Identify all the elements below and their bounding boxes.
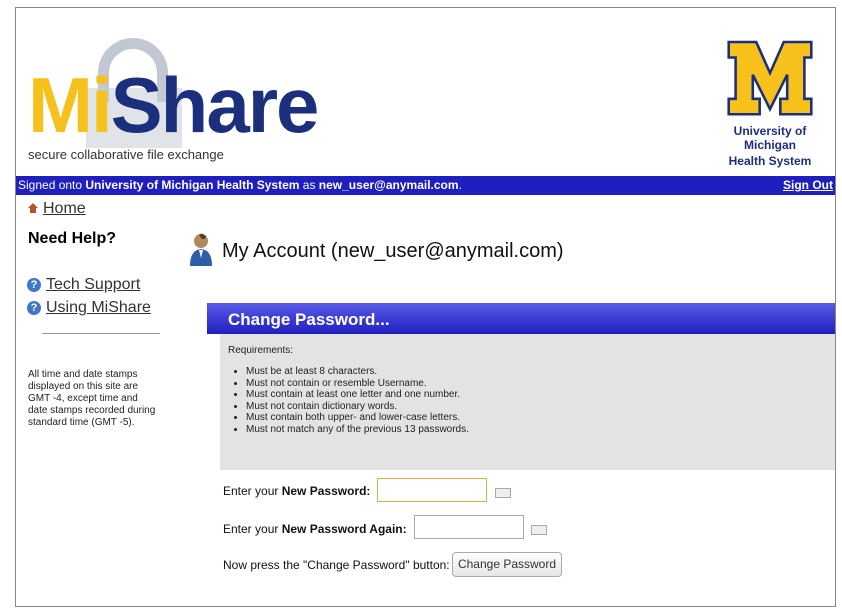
label-prefix: Enter your — [223, 522, 282, 536]
time-zone-note: All time and date stamps displayed on th… — [28, 369, 156, 428]
home-link[interactable]: Home — [43, 200, 86, 217]
keyboard-icon[interactable] — [495, 488, 511, 498]
logo-tagline: secure collaborative file exchange — [28, 147, 224, 162]
need-help-heading: Need Help? — [28, 230, 117, 247]
requirement-item: Must not match any of the previous 13 pa… — [246, 424, 827, 436]
using-mishare-link[interactable]: Using MiShare — [46, 299, 151, 316]
bar-org: University of Michigan Health System — [85, 178, 300, 192]
new-password-input[interactable] — [377, 478, 487, 502]
home-icon — [28, 203, 38, 213]
tech-support-link[interactable]: Tech Support — [46, 276, 140, 293]
requirement-item: Must contain at least one letter and one… — [246, 389, 827, 401]
help-question-icon: ? — [27, 278, 41, 292]
requirements-list: Must be at least 8 characters. Must not … — [228, 366, 827, 436]
bar-suffix: . — [458, 178, 462, 192]
bar-as: as — [299, 178, 319, 192]
label-prefix: Enter your — [223, 484, 282, 498]
new-password-again-label: Enter your New Password Again: — [223, 522, 407, 536]
org-name-line2: Health System — [728, 154, 812, 168]
change-password-button[interactable]: Change Password — [452, 552, 562, 577]
requirement-item: Must contain both upper- and lower-case … — [246, 412, 827, 424]
help-question-icon: ? — [27, 301, 41, 315]
org-name-line1: University of Michigan — [733, 124, 807, 152]
using-mishare-row[interactable]: ? Using MiShare — [27, 299, 151, 317]
label-bold: New Password Again: — [281, 522, 407, 536]
requirement-item: Must not contain dictionary words. — [246, 401, 827, 413]
requirement-item: Must be at least 8 characters. — [246, 366, 827, 378]
page-title: My Account (new_user@anymail.com) — [222, 240, 564, 262]
tech-support-row[interactable]: ? Tech Support — [27, 276, 140, 294]
user-icon — [190, 233, 212, 266]
bar-prefix: Signed onto — [18, 178, 86, 192]
new-password-label: Enter your New Password: — [223, 484, 370, 498]
umhs-logo: University of Michigan Health System — [706, 36, 834, 168]
sign-out-link[interactable]: Sign Out — [783, 176, 833, 195]
requirements-label: Requirements: — [228, 345, 294, 356]
home-link-row[interactable]: Home — [27, 200, 86, 218]
logo-mi: Mi — [28, 61, 113, 149]
requirement-item: Must not contain or resemble Username. — [246, 378, 827, 390]
label-bold: New Password: — [281, 484, 371, 498]
nav-divider — [42, 333, 160, 334]
logo-wordmark: MiShare — [28, 66, 319, 144]
block-m-icon — [727, 40, 813, 116]
keyboard-icon[interactable] — [531, 525, 547, 535]
press-instruction: Now press the "Change Password" button: — [223, 558, 450, 572]
requirements-box: Requirements: Must be at least 8 charact… — [220, 334, 835, 470]
signed-in-bar: Signed onto University of Michigan Healt… — [16, 176, 835, 195]
new-password-again-input[interactable] — [414, 515, 524, 539]
bar-user: new_user@anymail.com — [318, 178, 459, 192]
panel-title: Change Password... — [207, 303, 835, 334]
mishare-logo: MiShare secure collaborative file exchan… — [28, 26, 319, 166]
logo-share: Share — [110, 61, 320, 149]
